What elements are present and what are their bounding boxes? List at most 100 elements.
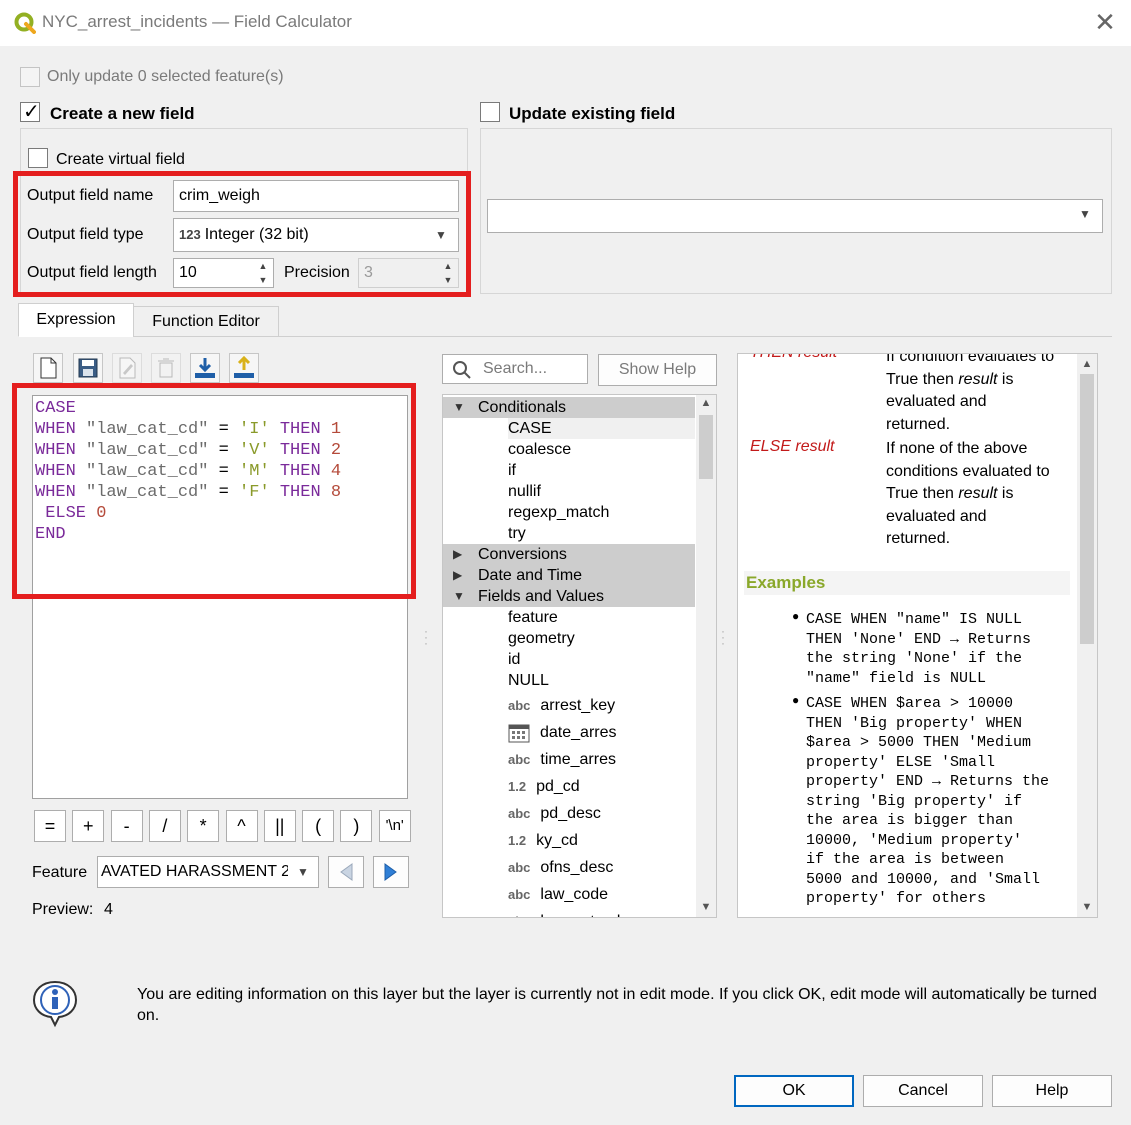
scroll-down-icon[interactable]: ▼ <box>696 901 716 913</box>
next-feature-button[interactable] <box>373 856 409 888</box>
decimal-type-icon: 1.2 <box>508 833 527 848</box>
operator-divide-button[interactable]: / <box>148 810 181 842</box>
tab-function-editor[interactable]: Function Editor <box>133 306 279 337</box>
tree-group-conditionals[interactable]: ▼ Conditionals <box>443 397 695 418</box>
expanded-arrow-icon: ▼ <box>453 400 465 414</box>
splitter-handle[interactable]: · · · <box>424 625 428 649</box>
function-item[interactable]: try <box>508 523 526 544</box>
field-item-label: ofns_desc <box>540 859 614 876</box>
example-line: property' ELSE 'Small <box>806 753 996 771</box>
field-item[interactable]: abc pd_desc <box>508 802 601 826</box>
field-item[interactable]: abc time_arres <box>508 748 616 772</box>
highlight-box-output <box>13 171 471 297</box>
example-line: property' END → Returns the <box>806 773 1050 790</box>
delete-icon[interactable] <box>151 353 181 383</box>
field-item[interactable]: abc law_cat_cd <box>508 910 620 917</box>
virtual-field-checkbox[interactable] <box>28 148 48 168</box>
field-item[interactable]: abc arrest_key <box>508 694 615 718</box>
example-line: 10000, 'Medium property' <box>806 831 1023 849</box>
tree-group-fields-values[interactable]: ▼ Fields and Values <box>443 586 695 607</box>
operator-equals-button[interactable]: = <box>34 810 66 842</box>
operator-power-button[interactable]: ^ <box>225 810 258 842</box>
export-icon[interactable] <box>229 353 259 383</box>
field-item[interactable]: date_arres <box>508 721 617 745</box>
field-item-label: ky_cd <box>536 832 578 849</box>
close-icon[interactable]: ✕ <box>1092 8 1118 36</box>
show-help-button[interactable]: Show Help <box>598 354 717 386</box>
help-then-desc: If condition evaluates to True then resu… <box>886 353 1055 433</box>
import-icon[interactable] <box>190 353 220 383</box>
tab-expression[interactable]: Expression <box>18 303 134 337</box>
function-item[interactable]: regexp_match <box>508 502 609 523</box>
example-line: THEN 'None' END → Returns <box>806 630 1032 648</box>
only-update-label: Only update 0 selected feature(s) <box>47 68 284 85</box>
text-type-icon: abc <box>508 806 531 821</box>
field-item[interactable]: abc ofns_desc <box>508 856 613 880</box>
collapsed-arrow-icon: ▶ <box>453 568 463 582</box>
only-update-checkbox[interactable] <box>20 67 40 87</box>
create-new-field-checkbox[interactable] <box>20 99 40 124</box>
tree-group-conversions[interactable]: ▶ Conversions <box>443 544 695 565</box>
field-item[interactable]: geometry <box>508 628 575 649</box>
feature-combo[interactable]: AVATED HARASSMENT 2 <box>97 856 319 888</box>
example-line: property' for others <box>806 890 987 907</box>
example-line: the string 'None' if the <box>806 650 1023 667</box>
info-icon <box>32 980 78 1028</box>
prev-feature-button[interactable] <box>328 856 364 888</box>
operator-newline-button[interactable]: '\n' <box>378 810 411 842</box>
operator-plus-button[interactable]: + <box>72 810 105 842</box>
field-item-label: law_code <box>540 886 609 903</box>
virtual-field-label: Create virtual field <box>56 151 185 168</box>
tree-group-date-time[interactable]: ▶ Date and Time <box>443 565 695 586</box>
function-item[interactable]: CASE <box>508 418 695 439</box>
field-item[interactable]: abc law_code <box>508 883 608 907</box>
function-item[interactable]: if <box>508 460 516 481</box>
field-item-label: time_arres <box>540 751 616 768</box>
example-line: "name" field is NULL <box>806 669 987 687</box>
operator-multiply-button[interactable]: * <box>187 810 220 842</box>
operator-minus-button[interactable]: - <box>110 810 143 842</box>
ok-button[interactable]: OK <box>734 1075 854 1107</box>
edit-icon[interactable] <box>112 353 142 383</box>
scrollbar-thumb[interactable] <box>699 415 713 479</box>
example-line: the area is bigger than <box>806 812 1014 829</box>
update-existing-field-checkbox[interactable] <box>480 102 500 122</box>
operator-bar: = + - / * ^ ||() '\n' <box>34 810 411 844</box>
example-2: CASE WHEN $area > 10000 THEN 'Big propert… <box>806 694 1049 909</box>
scroll-down-icon[interactable]: ▼ <box>1077 901 1097 913</box>
operator-close-paren-button[interactable]: ) <box>340 810 373 842</box>
field-item[interactable]: 1.2 ky_cd <box>508 829 578 853</box>
example-line: CASE WHEN $area > 10000 <box>806 695 1014 712</box>
operator-open-paren-button[interactable]: ( <box>302 810 335 842</box>
scroll-up-icon[interactable]: ▲ <box>696 397 716 409</box>
search-icon <box>453 361 471 379</box>
bullet-icon: ● <box>792 609 800 623</box>
field-item[interactable]: NULL <box>508 670 549 691</box>
text-type-icon: abc <box>508 914 530 917</box>
splitter-handle[interactable]: · · · <box>721 625 725 649</box>
field-item[interactable]: feature <box>508 607 558 628</box>
example-line: THEN 'Big property' WHEN <box>806 714 1023 732</box>
help-button[interactable]: Help <box>992 1075 1112 1107</box>
example-line: $area > 5000 THEN 'Medium <box>806 734 1032 751</box>
operator-concat-button[interactable]: || <box>263 810 296 842</box>
field-item[interactable]: 1.2 pd_cd <box>508 775 580 799</box>
save-icon[interactable] <box>73 353 103 383</box>
preview-value: 4 <box>104 901 113 918</box>
date-type-icon <box>508 724 530 743</box>
scrollbar-thumb[interactable] <box>1080 374 1094 644</box>
function-item[interactable]: coalesce <box>508 439 571 460</box>
new-file-icon[interactable] <box>33 353 63 383</box>
scroll-up-icon[interactable]: ▲ <box>1077 358 1097 370</box>
collapsed-arrow-icon: ▶ <box>453 547 463 561</box>
function-item[interactable]: nullif <box>508 481 541 502</box>
function-tree: ▼ Conditionals ▶ Conversions ▶ Date and Tim… <box>442 394 717 918</box>
cancel-button[interactable]: Cancel <box>863 1075 983 1107</box>
examples-heading: Examples <box>746 573 826 592</box>
chevron-down-icon: ▼ <box>1079 207 1091 221</box>
help-else-term: ELSE result <box>750 438 835 455</box>
example-line: string 'Big property' if <box>806 792 1023 810</box>
field-item[interactable]: id <box>508 649 520 670</box>
existing-field-combo[interactable] <box>487 199 1103 233</box>
field-item-label: pd_desc <box>540 805 601 822</box>
